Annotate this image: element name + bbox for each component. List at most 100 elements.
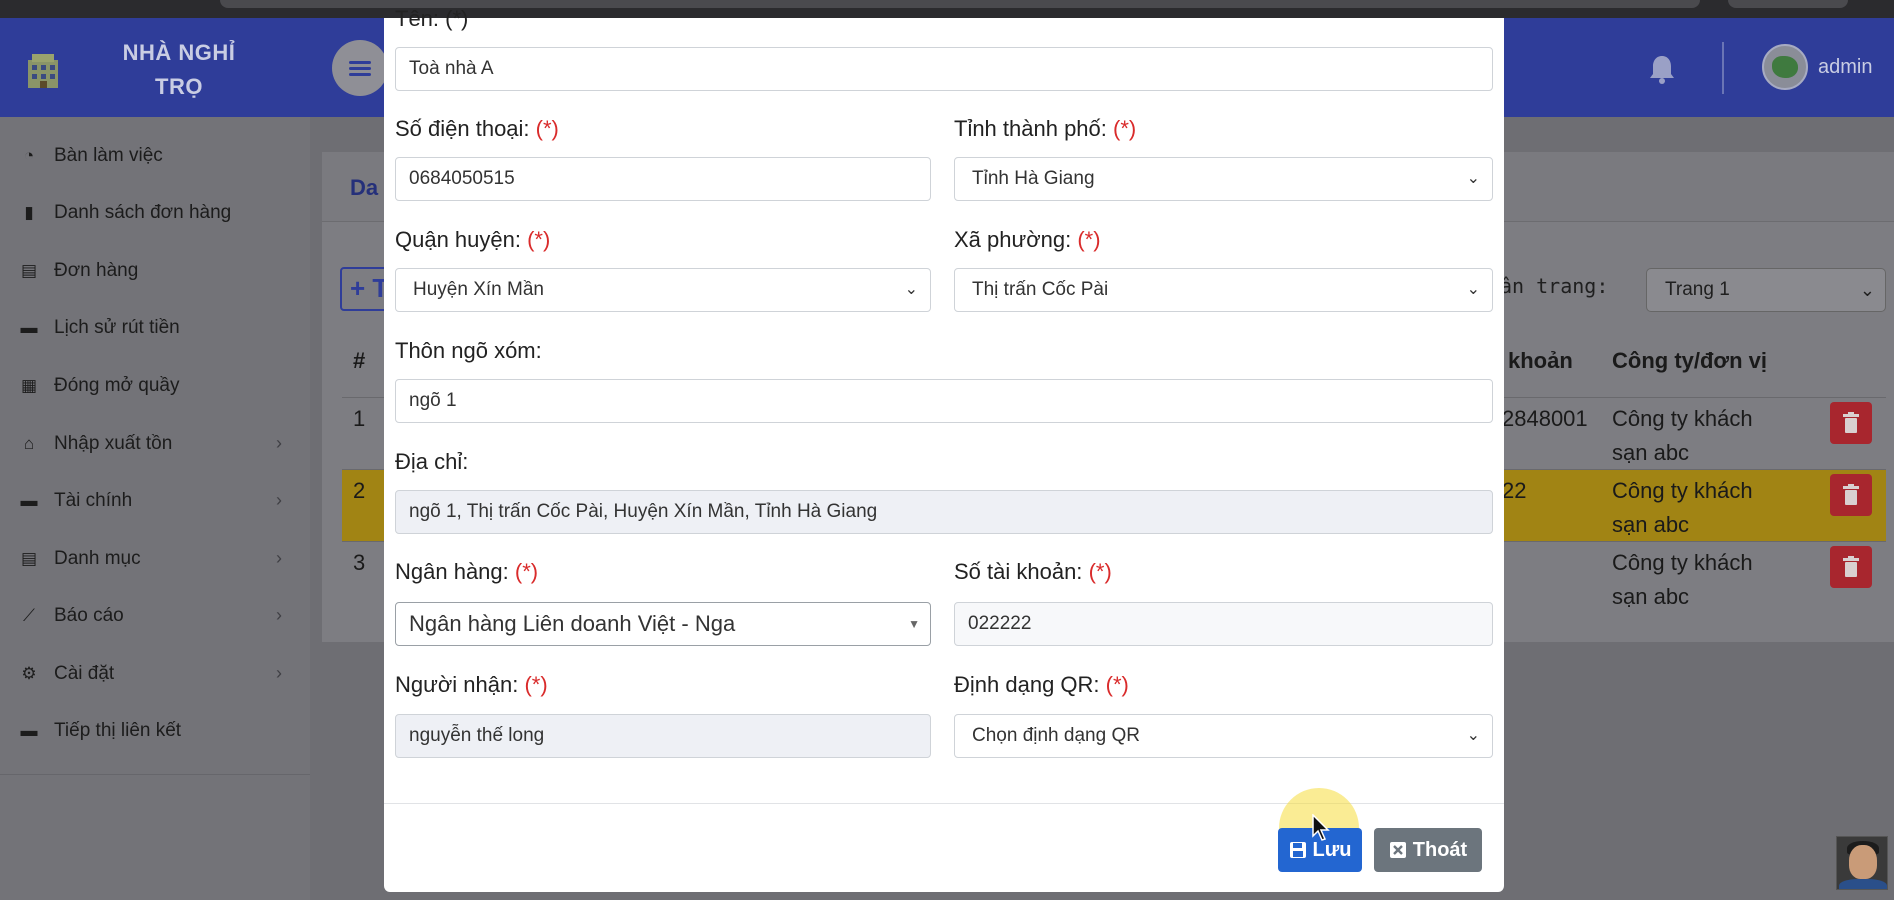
chevron-down-icon: ⌄ — [1466, 170, 1480, 187]
row-index: 2 — [353, 478, 366, 503]
row-company-line2: sạn abc — [1612, 440, 1690, 465]
exit-button[interactable]: Thoát — [1374, 828, 1482, 872]
sidebar-item-label: Lịch sử rút tiền — [54, 317, 180, 338]
sidebar-item-label: Cài đặt — [54, 663, 115, 684]
brand[interactable]: NHÀ NGHỈ TRỌ — [0, 18, 310, 117]
sidebar-item-label: Bàn làm việc — [54, 145, 163, 166]
clipboard-icon: ▤ — [20, 261, 38, 280]
chevron-right-icon: › — [276, 490, 282, 510]
bank-label: Ngân hàng: (*) — [395, 559, 538, 585]
delete-button[interactable] — [1830, 474, 1872, 516]
gauge-icon: ◔ — [23, 146, 35, 165]
row-index: 1 — [353, 406, 366, 431]
district-select[interactable]: Huyện Xín Mần ⌄ — [395, 268, 931, 312]
sidebar-item-bao-cao[interactable]: ⟋ Báo cáo › — [0, 594, 310, 638]
mouse-pointer-icon — [1312, 814, 1330, 841]
sidebar-item-tai-chinh[interactable]: ▬ Tài chính › — [0, 479, 310, 523]
sidebar-item-dong-mo-quay[interactable]: ▦ Đóng mở quầy — [0, 364, 310, 408]
ward-label: Xã phường: (*) — [954, 227, 1101, 253]
phone-label-text: Số điện thoại: — [395, 116, 530, 141]
ward-select-value: Thị trấn Cốc Pài — [972, 279, 1109, 300]
menu-toggle-button[interactable] — [332, 40, 388, 96]
row-company-line2: sạn abc — [1612, 584, 1690, 609]
brand-name-line2: TRỌ — [155, 74, 203, 99]
column-header-company: Công ty/đơn vị — [1612, 348, 1767, 373]
hamburger-icon — [349, 58, 371, 79]
chevron-right-icon: › — [276, 605, 282, 625]
name-label: Tên: (*) — [395, 6, 469, 31]
recipient-field[interactable]: nguyễn thế long — [395, 714, 931, 758]
qr-format-select[interactable]: Chọn định dạng QR ⌄ — [954, 714, 1493, 758]
chevron-right-icon: › — [276, 433, 282, 453]
row-company-line2: sạn abc — [1612, 512, 1690, 537]
province-label-text: Tỉnh thành phố: — [954, 116, 1107, 141]
phone-field[interactable]: 0684050515 — [395, 157, 931, 201]
chevron-down-icon: ⌄ — [904, 281, 918, 298]
sidebar-item-danh-sach-don-hang[interactable]: ▮ Danh sách đơn hàng — [0, 191, 310, 235]
page-select-value: Trang 1 — [1665, 279, 1730, 300]
avatar[interactable] — [1762, 44, 1808, 90]
sidebar-item-label: Danh mục — [54, 548, 141, 569]
account-number-label: Số tài khoản: (*) — [954, 559, 1112, 585]
delete-button[interactable] — [1830, 546, 1872, 588]
sidebar-item-don-hang[interactable]: ▤ Đơn hàng — [0, 249, 310, 293]
name-field[interactable]: Toà nhà A — [395, 47, 1493, 91]
clipboard-icon: ▤ — [20, 549, 38, 568]
book-icon: ▮ — [24, 203, 34, 222]
column-header-index: # — [353, 348, 366, 373]
district-label: Quận huyện: (*) — [395, 227, 550, 253]
sidebar-item-tiep-thi-lien-ket[interactable]: ▬ Tiếp thị liên kết — [0, 709, 310, 753]
chevron-down-icon: ⌄ — [1466, 727, 1480, 744]
hamlet-field[interactable]: ngõ 1 — [395, 379, 1493, 423]
qr-format-label-text: Định dạng QR: — [954, 672, 1100, 697]
sidebar: ◔ Bàn làm việc ▮ Danh sách đơn hàng ▤ Đơ… — [0, 117, 310, 900]
district-label-text: Quận huyện: — [395, 227, 521, 252]
trash-icon — [1843, 484, 1859, 505]
row-company-line1: Công ty khách — [1612, 478, 1753, 503]
required-mark: (*) — [514, 559, 539, 584]
brand-name-line1: NHÀ NGHỈ — [122, 40, 236, 65]
province-select-value: Tỉnh Hà Giang — [972, 168, 1095, 189]
brand-name: NHÀ NGHỈ TRỌ — [104, 36, 254, 104]
account-number-field[interactable]: 022222 — [954, 602, 1493, 646]
pagination-label: ân trang: — [1500, 274, 1609, 298]
chevron-right-icon: › — [276, 548, 282, 568]
edit-building-modal: Tên: (*) Toà nhà A Số điện thoại: (*) 06… — [384, 6, 1504, 892]
bell-icon[interactable] — [1648, 54, 1676, 84]
bank-select[interactable]: Ngân hàng Liên doanh Việt - Nga ▼ — [395, 602, 931, 646]
required-mark: (*) — [524, 672, 548, 697]
sidebar-item-nhap-xuat-ton[interactable]: ⌂ Nhập xuất tồn › — [0, 422, 310, 466]
column-header-account: khoản — [1508, 348, 1573, 373]
caret-down-icon: ▼ — [908, 617, 920, 631]
address-field[interactable]: ngõ 1, Thị trấn Cốc Pài, Huyện Xín Mần, … — [395, 490, 1493, 534]
row-company: Công ty khách sạn abc — [1612, 402, 1753, 470]
delete-button[interactable] — [1830, 402, 1872, 444]
required-mark: (*) — [1088, 559, 1112, 584]
chevron-down-icon: ⌄ — [1466, 281, 1480, 298]
sidebar-item-danh-muc[interactable]: ▤ Danh mục › — [0, 537, 310, 581]
user-name[interactable]: admin — [1818, 56, 1872, 79]
sidebar-item-label: Đơn hàng — [54, 260, 139, 281]
row-company-line1: Công ty khách — [1612, 550, 1753, 575]
page-select[interactable]: Trang 1 ⌄ — [1646, 268, 1886, 312]
province-select[interactable]: Tỉnh Hà Giang ⌄ — [954, 157, 1493, 201]
save-icon — [1289, 842, 1306, 858]
sidebar-item-lich-su-rut-tien[interactable]: ▬ Lịch sử rút tiền — [0, 306, 310, 350]
cogs-icon: ⚙ — [21, 664, 37, 683]
close-square-icon — [1389, 842, 1406, 858]
cash-register-icon: ▦ — [20, 376, 38, 395]
card-title: Da — [350, 175, 379, 200]
ward-select[interactable]: Thị trấn Cốc Pài ⌄ — [954, 268, 1493, 312]
wallet-icon: ▬ — [20, 491, 38, 510]
sidebar-item-ban-lam-viec[interactable]: ◔ Bàn làm việc — [0, 134, 310, 178]
sidebar-item-label: Đóng mở quầy — [54, 375, 180, 396]
required-mark: (*) — [1105, 672, 1129, 697]
phone-label: Số điện thoại: (*) — [395, 116, 559, 142]
bank-label-text: Ngân hàng: — [395, 559, 509, 584]
required-mark: (*) — [535, 116, 559, 141]
hamlet-label: Thôn ngõ xóm: — [395, 338, 542, 363]
recipient-label-text: Người nhận: — [395, 672, 519, 697]
sidebar-divider — [0, 774, 310, 775]
sidebar-item-cai-dat[interactable]: ⚙ Cài đặt › — [0, 652, 310, 696]
district-select-value: Huyện Xín Mần — [413, 279, 544, 300]
